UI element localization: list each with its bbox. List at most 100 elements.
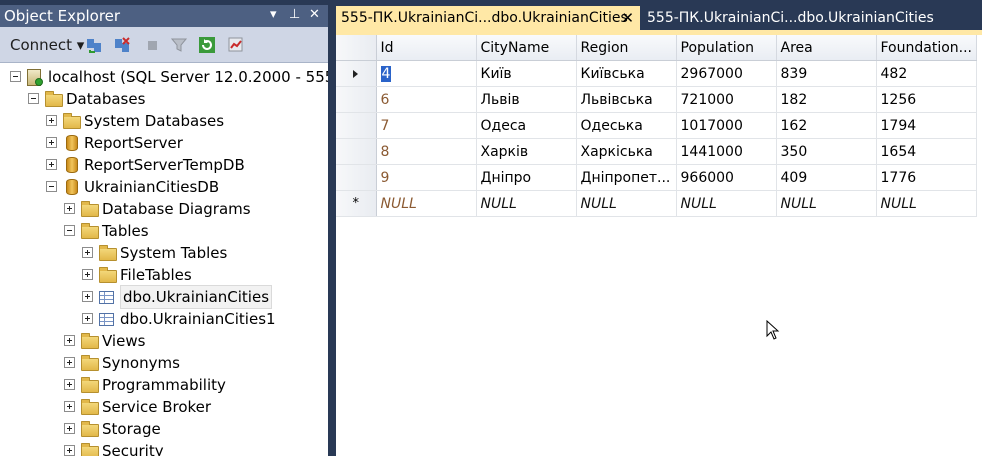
tree-node[interactable]: System Databases (0, 110, 328, 132)
connect-server-icon[interactable] (86, 37, 102, 53)
tree-node[interactable]: ReportServerTempDB (0, 154, 328, 176)
table-cell[interactable]: 7 (376, 112, 477, 139)
expand-icon[interactable] (82, 247, 93, 258)
table-cell-null[interactable]: NULL (676, 190, 777, 217)
cell-editor[interactable]: 4 (380, 65, 392, 82)
row-selector[interactable] (336, 164, 377, 191)
tree-node[interactable]: dbo.UkrainianCities (0, 285, 328, 309)
tree-node[interactable]: Tables (0, 220, 328, 242)
column-header-region[interactable]: Region (576, 35, 677, 61)
table-cell[interactable]: 839 (776, 60, 877, 87)
window-position-icon[interactable]: ▾ (270, 7, 277, 22)
table-cell[interactable]: 1776 (876, 164, 977, 191)
connect-button[interactable]: Connect ▾ (10, 36, 84, 54)
table-cell[interactable]: 8 (376, 138, 477, 165)
disconnect-icon[interactable] (114, 37, 130, 53)
new-row-marker[interactable]: * (336, 190, 377, 217)
table-cell[interactable]: Київська (576, 60, 677, 87)
tree-node[interactable]: Service Broker (0, 396, 328, 418)
tab-ukrainiancities-inactive[interactable]: 555-ПК.UkrainianCi...dbo.UkrainianCities (644, 6, 934, 30)
expand-icon[interactable] (64, 335, 75, 346)
table-cell[interactable]: Дніпро (476, 164, 577, 191)
table-cell[interactable]: 4 (376, 60, 477, 87)
table-cell[interactable]: 1794 (876, 112, 977, 139)
tree-node[interactable]: Synonyms (0, 352, 328, 374)
expand-icon[interactable] (64, 379, 75, 390)
collapse-icon[interactable] (64, 225, 75, 236)
tree-node[interactable]: Security (0, 440, 328, 456)
column-header-area[interactable]: Area (776, 35, 877, 61)
expand-icon[interactable] (64, 423, 75, 434)
activity-monitor-icon[interactable] (228, 37, 244, 53)
expand-icon[interactable] (82, 291, 93, 302)
expand-icon[interactable] (64, 445, 75, 456)
table-cell[interactable]: 482 (876, 60, 977, 87)
table-row[interactable]: 7 Одеса Одеська 1017000 162 1794 (336, 112, 977, 139)
collapse-icon[interactable] (46, 181, 57, 192)
row-selector[interactable] (336, 112, 377, 139)
expand-icon[interactable] (64, 357, 75, 368)
tree-node[interactable]: Storage (0, 418, 328, 440)
tree-node[interactable]: Programmability (0, 374, 328, 396)
table-cell[interactable]: 409 (776, 164, 877, 191)
table-cell[interactable]: Одеська (576, 112, 677, 139)
collapse-icon[interactable] (10, 71, 21, 82)
table-cell[interactable]: 9 (376, 164, 477, 191)
table-cell[interactable]: 182 (776, 86, 877, 113)
table-row[interactable]: 9 Дніпро Дніпропет... 966000 409 1776 (336, 164, 977, 191)
column-header-id[interactable]: Id (376, 35, 477, 61)
table-cell[interactable]: 1441000 (676, 138, 777, 165)
expand-icon[interactable] (46, 115, 57, 126)
table-cell[interactable]: Одеса (476, 112, 577, 139)
tree-node[interactable]: UkrainianCitiesDB (0, 176, 328, 198)
tree-node[interactable]: ReportServer (0, 132, 328, 154)
table-cell-null[interactable]: NULL (576, 190, 677, 217)
tree-node[interactable]: Database Diagrams (0, 198, 328, 220)
table-row[interactable]: 6 Львів Львівська 721000 182 1256 (336, 86, 977, 113)
tree-node[interactable]: FileTables (0, 264, 328, 286)
column-header-population[interactable]: Population (676, 35, 777, 61)
expand-icon[interactable] (64, 401, 75, 412)
table-row[interactable]: 8 Харків Харкіська 1441000 350 1654 (336, 138, 977, 165)
column-header-foundation[interactable]: Foundation... (876, 35, 977, 61)
panel-splitter[interactable] (328, 0, 336, 456)
table-cell[interactable]: 2967000 (676, 60, 777, 87)
table-cell[interactable]: 721000 (676, 86, 777, 113)
table-cell[interactable]: Дніпропет... (576, 164, 677, 191)
table-cell-null[interactable]: NULL (876, 190, 977, 217)
column-header-cityname[interactable]: CityName (476, 35, 577, 61)
tree-node[interactable]: System Tables (0, 242, 328, 264)
row-selector[interactable] (336, 138, 377, 165)
tab-ukrainiancities-active[interactable]: 555-ПК.UkrainianCi...dbo.UkrainianCities… (336, 6, 640, 30)
tree-node[interactable]: Databases (0, 88, 328, 110)
tree-node[interactable]: localhost (SQL Server 12.0.2000 - 555-ПК… (0, 66, 328, 88)
table-cell[interactable]: Львів (476, 86, 577, 113)
table-cell-null[interactable]: NULL (376, 190, 477, 217)
expand-icon[interactable] (46, 159, 57, 170)
table-cell[interactable]: 350 (776, 138, 877, 165)
pin-icon[interactable]: ⊥ (289, 7, 300, 22)
collapse-icon[interactable] (28, 93, 39, 104)
table-row[interactable]: 4 Київ Київська 2967000 839 482 (336, 60, 977, 87)
new-row[interactable]: * NULL NULL NULL NULL NULL NULL (336, 190, 977, 217)
table-cell[interactable]: Харків (476, 138, 577, 165)
table-cell-null[interactable]: NULL (476, 190, 577, 217)
table-cell[interactable]: Київ (476, 60, 577, 87)
table-cell[interactable]: 1017000 (676, 112, 777, 139)
tree-node[interactable]: dbo.UkrainianCities1 (0, 308, 328, 330)
expand-icon[interactable] (82, 269, 93, 280)
close-icon[interactable]: ✕ (309, 7, 320, 22)
table-cell[interactable]: 6 (376, 86, 477, 113)
results-grid[interactable]: Id CityName Region Population Area Found… (336, 35, 982, 456)
tree-node[interactable]: Views (0, 330, 328, 352)
expand-icon[interactable] (82, 313, 93, 324)
row-selector[interactable] (336, 86, 377, 113)
expand-icon[interactable] (64, 203, 75, 214)
table-cell[interactable]: Харкіська (576, 138, 677, 165)
row-selector[interactable] (336, 60, 377, 87)
table-cell-null[interactable]: NULL (776, 190, 877, 217)
table-cell[interactable]: 1256 (876, 86, 977, 113)
table-cell[interactable]: 162 (776, 112, 877, 139)
stop-icon[interactable] (145, 37, 161, 53)
refresh-icon[interactable] (199, 37, 215, 53)
